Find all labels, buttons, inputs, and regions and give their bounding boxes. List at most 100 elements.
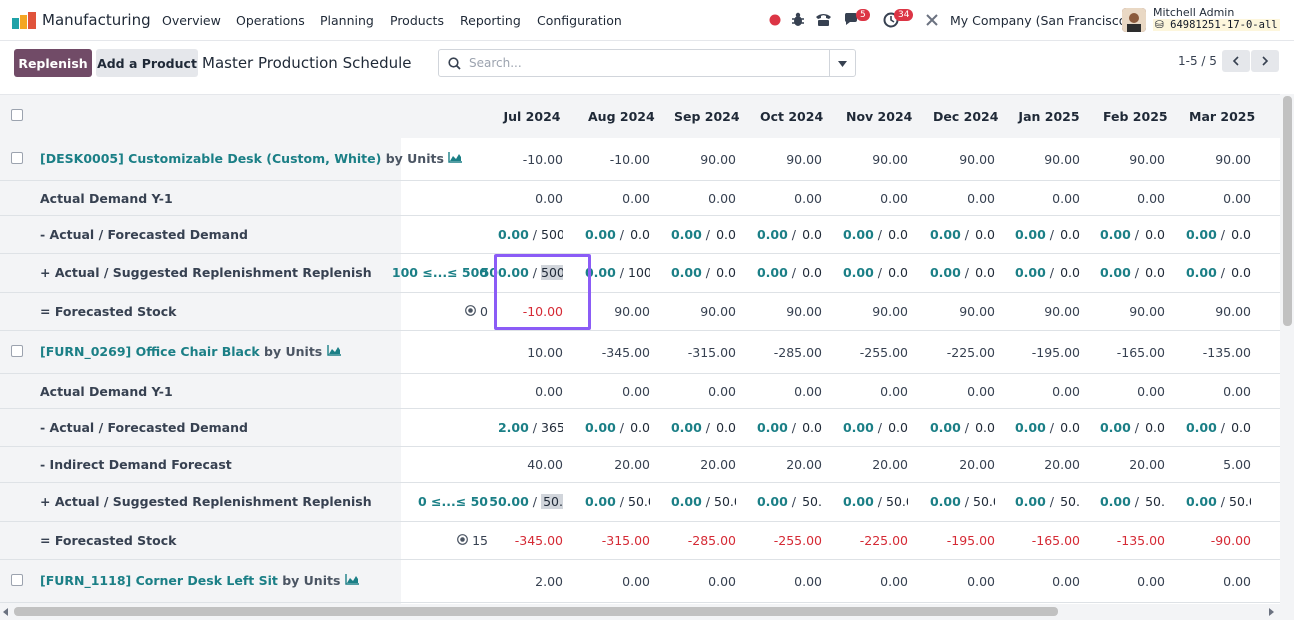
actual-value[interactable]: 0.00 bbox=[843, 227, 874, 242]
forecast-input[interactable]: 0.0 bbox=[1143, 420, 1165, 435]
user-name[interactable]: Mitchell Admin bbox=[1153, 6, 1234, 19]
scroll-left-arrow-icon[interactable] bbox=[3, 608, 9, 616]
forecast-input[interactable]: 0.0 bbox=[628, 227, 650, 242]
select-all-checkbox[interactable] bbox=[11, 109, 23, 121]
replenishment-range[interactable]: 100 ≤...≤ 500 bbox=[380, 265, 488, 280]
product-link[interactable]: [FURN_0269] Office Chair Black bbox=[40, 344, 260, 359]
suggested-input[interactable]: 50.0 bbox=[973, 494, 995, 509]
forecast-input[interactable]: 0.0 bbox=[1229, 227, 1251, 242]
area-chart-icon[interactable] bbox=[326, 345, 341, 356]
pager-value[interactable]: 1-5 / 5 bbox=[1178, 54, 1217, 68]
forecast-input[interactable]: 500 bbox=[541, 227, 563, 242]
actual-value[interactable]: 0.00 bbox=[930, 227, 961, 242]
menu-overview[interactable]: Overview bbox=[162, 13, 221, 28]
actual-value[interactable]: 0.00 bbox=[585, 420, 616, 435]
suggested-input[interactable]: 0.0 bbox=[1058, 265, 1080, 280]
actual-value[interactable]: 50.00 bbox=[489, 494, 529, 509]
actual-value[interactable]: 0.00 bbox=[930, 420, 961, 435]
actual-value[interactable]: 0.00 bbox=[1100, 494, 1131, 509]
forecast-input[interactable]: 0.0 bbox=[1143, 227, 1165, 242]
replenish-link[interactable]: Replenish bbox=[302, 494, 371, 509]
forecast-input[interactable]: 0.0 bbox=[1229, 420, 1251, 435]
search-input[interactable]: Search... bbox=[469, 56, 522, 70]
suggested-input[interactable]: 50. bbox=[800, 494, 822, 509]
menu-reporting[interactable]: Reporting bbox=[460, 13, 521, 28]
forecast-input[interactable]: 0.0 bbox=[886, 420, 908, 435]
horizontal-scroll-thumb[interactable] bbox=[14, 607, 1058, 616]
suggested-input[interactable]: 50.0 bbox=[628, 494, 650, 509]
suggested-input[interactable]: 50.0 bbox=[886, 494, 908, 509]
area-chart-icon[interactable] bbox=[345, 574, 359, 585]
actual-value[interactable]: 0.00 bbox=[930, 494, 961, 509]
actual-value[interactable]: 0.00 bbox=[1100, 227, 1131, 242]
actual-value[interactable]: 0.00 bbox=[1015, 494, 1046, 509]
menu-operations[interactable]: Operations bbox=[236, 13, 305, 28]
actual-value[interactable]: 0.00 bbox=[757, 494, 788, 509]
menu-planning[interactable]: Planning bbox=[320, 13, 374, 28]
suggested-input[interactable]: 50. bbox=[1058, 494, 1080, 509]
suggested-input[interactable]: 0.0 bbox=[973, 265, 995, 280]
actual-value[interactable]: 0.00 bbox=[843, 265, 874, 280]
actual-value[interactable]: 0.00 bbox=[1015, 420, 1046, 435]
suggested-input[interactable]: 0.0 bbox=[714, 265, 736, 280]
actual-value[interactable]: 0.00 bbox=[843, 494, 874, 509]
suggested-input[interactable]: 0.0 bbox=[1229, 265, 1251, 280]
phone-icon[interactable] bbox=[815, 12, 832, 27]
suggested-input[interactable]: 50.0 bbox=[1229, 494, 1251, 509]
actual-value[interactable]: 0.00 bbox=[1186, 420, 1217, 435]
product-name[interactable]: [FURN_1118] Corner Desk Left Sit by Unit… bbox=[40, 573, 359, 588]
forecast-input[interactable]: 0.0 bbox=[886, 227, 908, 242]
menu-products[interactable]: Products bbox=[390, 13, 444, 28]
actual-value[interactable]: 2.00 bbox=[498, 420, 529, 435]
forecast-input[interactable]: 365 bbox=[541, 420, 563, 435]
avatar[interactable] bbox=[1122, 8, 1146, 32]
actual-value[interactable]: 0.00 bbox=[498, 227, 529, 242]
search-box[interactable]: Search... bbox=[438, 49, 830, 77]
suggested-input[interactable]: 0.0 bbox=[886, 265, 908, 280]
pager-next-button[interactable] bbox=[1251, 50, 1279, 72]
forecast-input[interactable]: 0.0 bbox=[800, 420, 822, 435]
suggested-input[interactable]: 0.0 bbox=[1143, 265, 1165, 280]
forecast-input[interactable]: 0.0 bbox=[800, 227, 822, 242]
safety-stock[interactable]: 15 bbox=[420, 533, 488, 548]
menu-configuration[interactable]: Configuration bbox=[537, 13, 622, 28]
product-link[interactable]: [DESK0005] Customizable Desk (Custom, Wh… bbox=[40, 151, 381, 166]
actual-value[interactable]: 0.00 bbox=[671, 420, 702, 435]
replenish-link[interactable]: Replenish bbox=[302, 265, 371, 280]
actual-value[interactable]: 0.00 bbox=[1015, 265, 1046, 280]
bug-icon[interactable] bbox=[791, 12, 805, 27]
safety-stock[interactable]: 0 bbox=[420, 304, 488, 319]
product-link[interactable]: [FURN_1118] Corner Desk Left Sit bbox=[40, 573, 278, 588]
replenish-button[interactable]: Replenish bbox=[14, 49, 92, 77]
actual-value[interactable]: 0.00 bbox=[1015, 227, 1046, 242]
actual-value[interactable]: 0.00 bbox=[671, 265, 702, 280]
actual-value[interactable]: 0.00 bbox=[1100, 420, 1131, 435]
search-options-toggle[interactable] bbox=[829, 49, 856, 77]
suggested-input[interactable]: 50.0 bbox=[714, 494, 736, 509]
app-name[interactable]: Manufacturing bbox=[42, 11, 151, 29]
forecast-input[interactable]: 0.0 bbox=[973, 420, 995, 435]
product-name[interactable]: [DESK0005] Customizable Desk (Custom, Wh… bbox=[40, 151, 463, 166]
replenishment-range[interactable]: 0 ≤...≤ 50 bbox=[380, 494, 488, 509]
tools-icon[interactable] bbox=[925, 13, 939, 27]
forecast-input[interactable]: 0.0 bbox=[1058, 227, 1080, 242]
forecast-input[interactable]: 0.0 bbox=[628, 420, 650, 435]
vertical-scroll-thumb[interactable] bbox=[1283, 96, 1292, 326]
actual-value[interactable]: 0.00 bbox=[757, 265, 788, 280]
forecast-input[interactable]: 0.0 bbox=[714, 420, 736, 435]
actual-value[interactable]: 0.00 bbox=[930, 265, 961, 280]
forecast-input[interactable]: 0.0 bbox=[973, 227, 995, 242]
suggested-input[interactable]: 100 bbox=[628, 265, 650, 280]
actual-value[interactable]: 0.00 bbox=[671, 227, 702, 242]
actual-value[interactable]: 0.00 bbox=[1186, 227, 1217, 242]
record-icon[interactable] bbox=[769, 14, 781, 26]
product-name[interactable]: [FURN_0269] Office Chair Black by Units bbox=[40, 344, 341, 359]
forecast-input[interactable]: 0.0 bbox=[714, 227, 736, 242]
actual-value[interactable]: 0.00 bbox=[1186, 494, 1217, 509]
actual-value[interactable]: 0.00 bbox=[1100, 265, 1131, 280]
actual-value[interactable]: 0.00 bbox=[671, 494, 702, 509]
pager-previous-button[interactable] bbox=[1222, 50, 1250, 72]
row-checkbox[interactable] bbox=[11, 345, 23, 357]
actual-value[interactable]: 0.00 bbox=[1186, 265, 1217, 280]
scroll-right-arrow-icon[interactable] bbox=[1269, 608, 1275, 616]
